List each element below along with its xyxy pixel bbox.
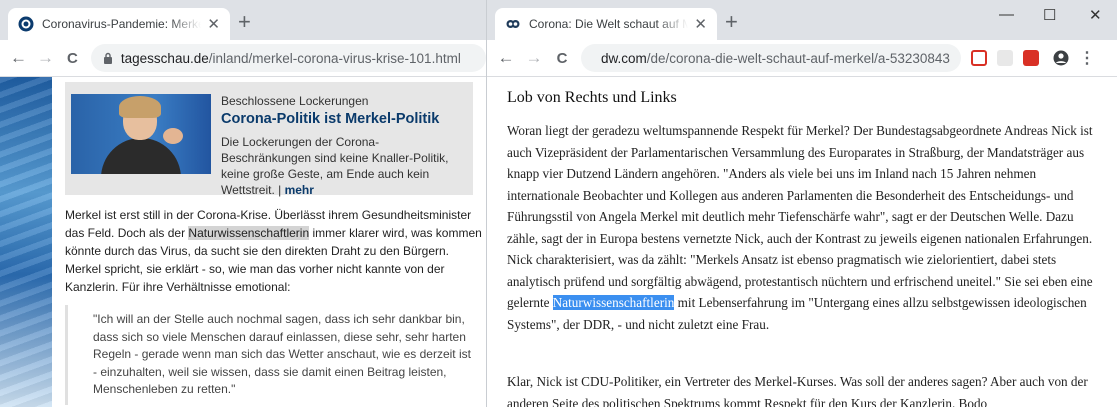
- forward-button[interactable]: →: [37, 48, 54, 68]
- tab-tagesschau[interactable]: Coronavirus-Pandemie: Merkel, d ✕: [8, 8, 230, 40]
- url-domain: tagesschau.de: [120, 50, 209, 66]
- bookmark-star-icon[interactable]: ☆: [960, 49, 961, 67]
- url-domain: dw.com: [601, 50, 647, 66]
- page-content: Lob von Rechts und Links Woran liegt der…: [487, 77, 1117, 407]
- teaser-text: Die Lockerungen der Corona-Beschränkunge…: [221, 135, 449, 197]
- article-paragraph-2: Klar, Nick ist CDU-Politiker, ein Vertre…: [507, 374, 1088, 407]
- new-tab-button[interactable]: +: [238, 11, 251, 33]
- profile-avatar-icon[interactable]: [1053, 50, 1069, 66]
- url-path: /de/corona-die-welt-schaut-auf-merkel/a-…: [646, 50, 950, 66]
- back-button[interactable]: ←: [497, 48, 515, 68]
- highlighted-word: Naturwissenschaftlerin: [188, 226, 310, 240]
- close-window-button[interactable]: ✕: [1089, 6, 1102, 24]
- tab-close-icon[interactable]: ✕: [207, 15, 220, 33]
- reload-button[interactable]: C: [64, 50, 81, 67]
- browser-menu-icon[interactable]: ⋮: [1079, 48, 1095, 68]
- browser-window-dw: Corona: Die Welt schaut auf Merk ✕ + — ☐…: [486, 0, 1117, 407]
- reload-button[interactable]: C: [553, 50, 571, 67]
- page-content: Beschlossene Lockerungen Corona-Politik …: [0, 77, 486, 407]
- address-bar[interactable]: tagesschau.de/inland/merkel-corona-virus…: [90, 44, 486, 72]
- article-paragraph-1: Woran liegt der geradezu weltumspannende…: [507, 123, 1093, 332]
- merkel-photo[interactable]: [71, 94, 211, 174]
- extension-grey-icon[interactable]: [997, 50, 1013, 66]
- extension-red-icon[interactable]: [1023, 50, 1039, 66]
- teaser-box[interactable]: Beschlossene Lockerungen Corona-Politik …: [65, 82, 473, 197]
- tab-title: Coronavirus-Pandemie: Merkel, d: [42, 17, 202, 31]
- teaser-kicker: Beschlossene Lockerungen: [221, 94, 369, 108]
- url-path: /inland/merkel-corona-virus-krise-101.ht…: [208, 50, 461, 66]
- minimize-button[interactable]: —: [999, 6, 1014, 23]
- tab-close-icon[interactable]: ✕: [694, 15, 707, 33]
- tab-dw[interactable]: Corona: Die Welt schaut auf Merk ✕: [495, 8, 717, 40]
- extension-shield-icon[interactable]: [971, 50, 987, 66]
- browser-toolbar: ← → C dw.com/de/corona-die-welt-schaut-a…: [487, 40, 1117, 77]
- tab-strip: Coronavirus-Pandemie: Merkel, d ✕ +: [0, 0, 486, 40]
- address-bar[interactable]: dw.com/de/corona-die-welt-schaut-auf-mer…: [581, 44, 961, 72]
- quote-bar: [65, 305, 68, 405]
- more-link[interactable]: mehr: [285, 183, 314, 197]
- lock-icon: [103, 52, 112, 64]
- article-paragraph: Merkel ist erst still in der Corona-Kris…: [65, 208, 482, 294]
- browser-window-tagesschau: Coronavirus-Pandemie: Merkel, d ✕ + ← → …: [0, 0, 486, 407]
- section-heading: Lob von Rechts und Links: [507, 89, 677, 106]
- maximize-button[interactable]: ☐: [1043, 6, 1056, 24]
- dw-favicon-icon: [506, 20, 520, 28]
- back-button[interactable]: ←: [10, 48, 27, 68]
- new-tab-button[interactable]: +: [725, 11, 738, 33]
- tagesschau-favicon-icon: [18, 16, 34, 32]
- teaser-headline[interactable]: Corona-Politik ist Merkel-Politik: [221, 111, 439, 127]
- forward-button[interactable]: →: [525, 48, 543, 68]
- tab-strip: Corona: Die Welt schaut auf Merk ✕ + — ☐…: [487, 0, 1117, 40]
- selected-text: Naturwissenschaftlerin: [552, 295, 675, 310]
- article-quote: "Ich will an der Stelle auch nochmal sag…: [93, 312, 471, 396]
- decorative-side-background: [0, 77, 52, 407]
- browser-toolbar: ← → C tagesschau.de/inland/merkel-corona…: [0, 40, 486, 77]
- tab-title: Corona: Die Welt schaut auf Merk: [529, 17, 688, 31]
